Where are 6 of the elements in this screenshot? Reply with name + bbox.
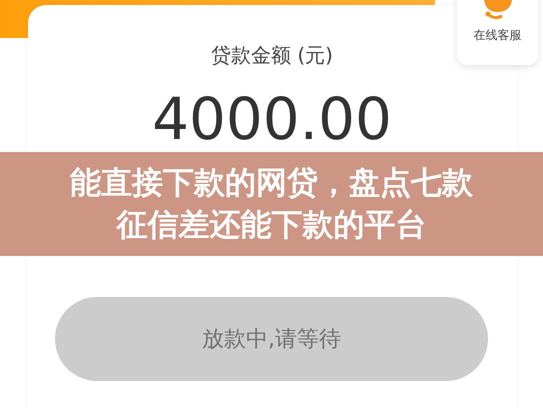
banner-title-line: 征信差还能下款的平台 [116, 206, 426, 245]
loan-amount: 4000.00 [152, 90, 392, 148]
support-card[interactable]: 在线客服 [457, 0, 538, 65]
support-label: 在线客服 [474, 27, 522, 44]
loan-amount-label: 贷款金额 (元) [211, 42, 333, 69]
banner-title-line: 能直接下款的网贷，盘点七款 [70, 164, 473, 203]
